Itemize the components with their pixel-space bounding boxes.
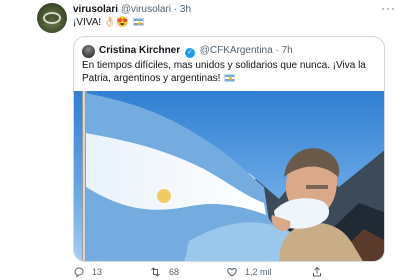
share-button[interactable] [311,266,323,278]
quoted-author-name[interactable]: Cristina Kirchner [99,45,180,56]
verified-badge-icon: ✓ [184,48,195,58]
heart-icon [227,267,237,277]
tweet[interactable]: virusolari @virusolari · 3h ··· ¡VIVA! 👌… [0,0,420,280]
quoted-avatar-icon[interactable] [82,45,95,58]
separator-dot: · [275,45,279,56]
tweet-time[interactable]: 3h [180,4,191,15]
tweet-actions-bar: 13 68 1,2 mil [73,266,393,280]
tweet-text: ¡VIVA! 👌🏻😍 [73,17,144,28]
like-count: 1,2 mil [245,267,272,277]
tweet-header: virusolari @virusolari · 3h [73,4,191,15]
argentina-flag-icon [224,73,236,82]
share-icon [313,266,321,277]
like-button[interactable]: 1,2 mil [226,266,272,278]
author-name[interactable]: virusolari [73,4,118,15]
retweet-icon [151,267,160,277]
quoted-tweet-text: En tiempos difíciles, mas unidos y solid… [82,60,378,85]
retweet-button[interactable]: 68 [149,266,179,278]
more-options-icon[interactable]: ··· [381,1,396,15]
quoted-tweet-card[interactable]: Cristina Kirchner ✓ @CFKArgentina · 7h E… [73,36,385,262]
reply-count: 13 [92,267,103,277]
quoted-author-handle[interactable]: @CFKArgentina [200,45,273,56]
profile-avatar-icon[interactable] [37,3,67,33]
separator-dot: · [173,4,178,15]
argentina-flag-icon [132,18,144,26]
quoted-tweet-header: Cristina Kirchner ✓ @CFKArgentina · 7h [99,45,293,58]
author-handle[interactable]: @virusolari [121,4,171,15]
man-kissing-argentina-flag-photo[interactable] [74,91,384,261]
retweet-count: 68 [169,267,180,277]
reply-button[interactable]: 13 [73,266,102,278]
quoted-tweet-time[interactable]: 7h [282,45,293,56]
tweet-text-content: ¡VIVA! 👌🏻😍 [73,17,129,28]
reply-icon [74,267,84,278]
